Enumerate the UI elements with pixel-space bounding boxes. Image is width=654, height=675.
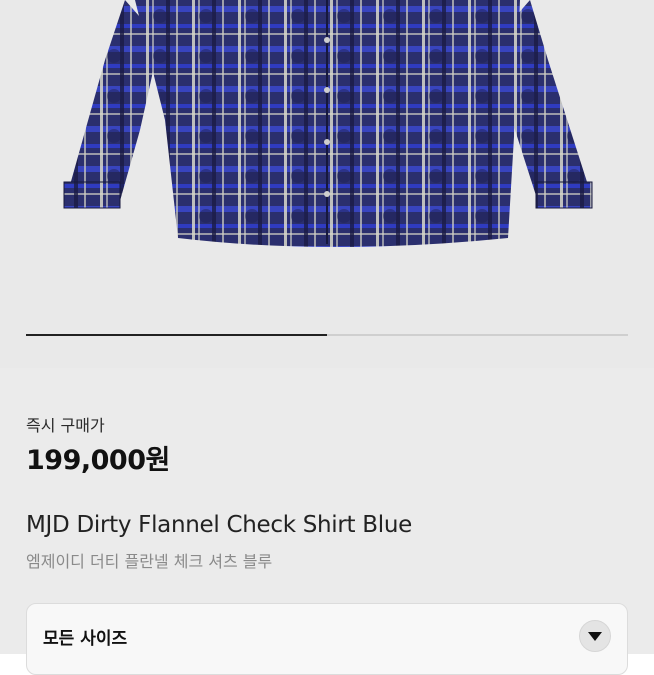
chevron-down-icon [588, 632, 602, 641]
size-dropdown-button[interactable] [579, 620, 611, 652]
product-price: 199,000원 [26, 445, 170, 476]
size-selector[interactable]: 모든 사이즈 [26, 603, 628, 675]
gallery-progress-fill [26, 334, 327, 336]
product-name-korean: 엠제이디 더티 플란넬 체크 셔츠 블루 [26, 552, 273, 571]
product-name-english: MJD Dirty Flannel Check Shirt Blue [26, 512, 412, 538]
instant-price-label: 즉시 구매가 [26, 416, 105, 435]
size-selector-label: 모든 사이즈 [43, 629, 128, 649]
product-image [63, 0, 593, 247]
gallery-progress-bar [26, 334, 628, 336]
product-image-gallery[interactable] [0, 0, 654, 368]
